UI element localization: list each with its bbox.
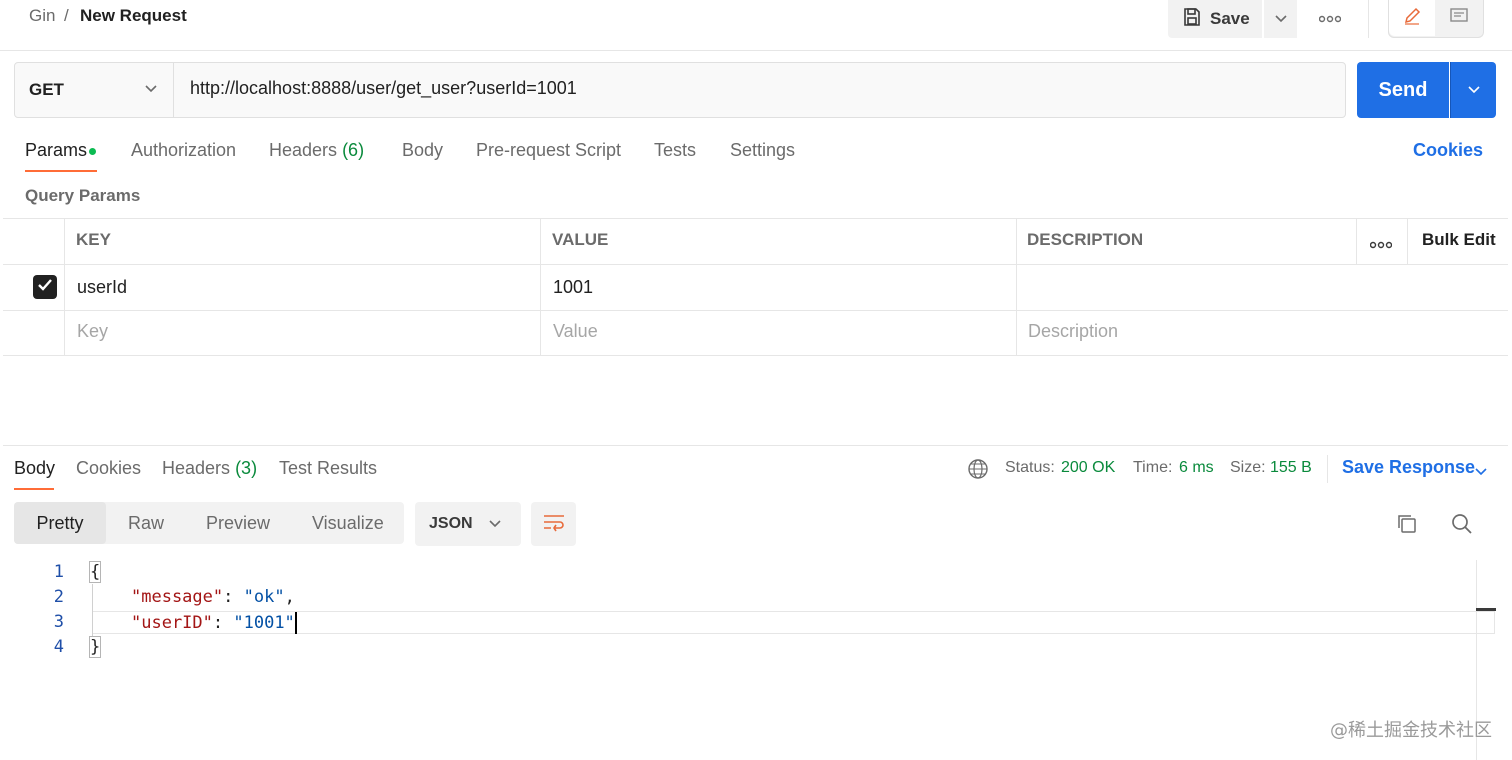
- param-key-cell[interactable]: userId: [77, 277, 127, 298]
- wrap-lines-icon: [542, 512, 566, 537]
- response-tab-body[interactable]: Body: [14, 458, 55, 479]
- active-tab-underline: [25, 170, 97, 172]
- json-close-brace[interactable]: }: [88, 636, 102, 658]
- response-tab-headers-label: Headers: [162, 458, 231, 478]
- tab-headers-count: (6): [342, 140, 365, 160]
- text-caret: [294, 612, 297, 634]
- column-header-value: VALUE: [552, 230, 609, 249]
- new-value-input[interactable]: Value: [553, 321, 598, 342]
- column-header-description: DESCRIPTION: [1027, 230, 1144, 249]
- chevron-down-icon[interactable]: [1474, 464, 1488, 482]
- globe-icon[interactable]: [967, 458, 989, 485]
- json-value: "1001": [233, 613, 295, 633]
- bulk-edit-button[interactable]: Bulk Edit: [1422, 230, 1496, 250]
- line-number: 3: [53, 612, 64, 632]
- new-key-input[interactable]: Key: [77, 321, 108, 342]
- format-label: JSON: [429, 515, 473, 532]
- line-number: 1: [53, 562, 64, 582]
- indent-guide: [92, 584, 93, 636]
- size-value[interactable]: 155 B: [1270, 459, 1312, 477]
- json-open-brace[interactable]: {: [88, 561, 102, 583]
- watermark: @稀土掘金技术社区: [1330, 720, 1492, 741]
- request-title[interactable]: New Request: [80, 6, 187, 26]
- response-tab-test-results[interactable]: Test Results: [279, 458, 377, 479]
- query-params-title: Query Params: [25, 186, 141, 205]
- copy-icon[interactable]: [1396, 513, 1418, 540]
- url-input[interactable]: [190, 78, 1330, 99]
- tab-body[interactable]: Body: [402, 140, 443, 161]
- active-tab-underline: [14, 488, 54, 490]
- view-raw-button[interactable]: Raw: [128, 502, 164, 544]
- pencil-icon: [1402, 6, 1422, 31]
- param-value-cell[interactable]: 1001: [553, 277, 593, 298]
- documentation-button[interactable]: [1435, 0, 1483, 36]
- send-button[interactable]: Send: [1357, 62, 1449, 118]
- status-value[interactable]: 200 OK: [1061, 459, 1115, 477]
- save-dropdown-button[interactable]: [1264, 0, 1297, 38]
- tab-settings[interactable]: Settings: [730, 140, 795, 161]
- view-pretty-button[interactable]: Pretty: [14, 502, 106, 544]
- chevron-down-icon: [1274, 10, 1287, 28]
- word-wrap-button[interactable]: [531, 502, 576, 546]
- response-tab-cookies[interactable]: Cookies: [76, 458, 141, 479]
- time-label: Time:: [1133, 459, 1173, 476]
- more-icon: [1318, 10, 1342, 28]
- chevron-down-icon: [1467, 81, 1480, 99]
- line-number: 2: [53, 587, 64, 607]
- tab-authorization[interactable]: Authorization: [131, 140, 236, 161]
- tab-pre-request-script[interactable]: Pre-request Script: [476, 140, 621, 161]
- tab-headers-label: Headers: [269, 140, 338, 160]
- breadcrumb-parent[interactable]: Gin: [29, 6, 55, 26]
- chevron-down-icon: [144, 80, 158, 103]
- json-value: "ok": [243, 587, 285, 607]
- new-description-input[interactable]: Description: [1028, 321, 1118, 342]
- view-preview-button[interactable]: Preview: [206, 502, 270, 544]
- view-visualize-button[interactable]: Visualize: [312, 502, 384, 544]
- checkmark-icon: [37, 278, 53, 297]
- json-comma: ,: [284, 587, 295, 607]
- edit-mode-button[interactable]: [1389, 0, 1435, 36]
- more-options-button[interactable]: [1314, 8, 1346, 30]
- method-label: GET: [29, 80, 64, 99]
- more-icon: [1369, 236, 1393, 253]
- column-header-key: KEY: [76, 230, 111, 249]
- json-key: "message": [131, 587, 224, 607]
- right-panel-toggle[interactable]: [1388, 0, 1484, 38]
- line-number: 4: [53, 637, 64, 657]
- search-icon[interactable]: [1450, 512, 1474, 541]
- active-line-highlight: [92, 611, 1495, 634]
- response-tab-headers[interactable]: Headers (3): [162, 458, 257, 479]
- column-options-button[interactable]: [1369, 236, 1393, 254]
- status-label: Status:: [1005, 459, 1055, 476]
- save-response-button[interactable]: Save Response: [1342, 457, 1475, 478]
- comment-icon: [1449, 6, 1469, 31]
- json-line[interactable]: "message": "ok",: [131, 587, 295, 607]
- format-select[interactable]: JSON: [415, 502, 521, 546]
- save-label: Save: [1210, 9, 1250, 28]
- size-label: Size:: [1230, 459, 1266, 476]
- param-enabled-checkbox[interactable]: [33, 275, 57, 299]
- send-dropdown-button[interactable]: [1450, 62, 1496, 118]
- cookies-link[interactable]: Cookies: [1413, 140, 1483, 161]
- time-value[interactable]: 6 ms: [1179, 459, 1214, 477]
- tab-params[interactable]: Params: [25, 140, 87, 161]
- tab-headers[interactable]: Headers (6): [269, 140, 364, 161]
- params-indicator-dot: [89, 148, 96, 155]
- breadcrumb-separator: /: [64, 6, 69, 25]
- response-tab-headers-count: (3): [235, 458, 258, 478]
- save-icon: [1182, 7, 1202, 32]
- json-line[interactable]: "userID": "1001": [131, 612, 297, 634]
- save-button[interactable]: Save: [1168, 0, 1262, 38]
- chevron-down-icon: [489, 515, 501, 533]
- json-key: "userID": [131, 613, 213, 633]
- tab-tests[interactable]: Tests: [654, 140, 696, 161]
